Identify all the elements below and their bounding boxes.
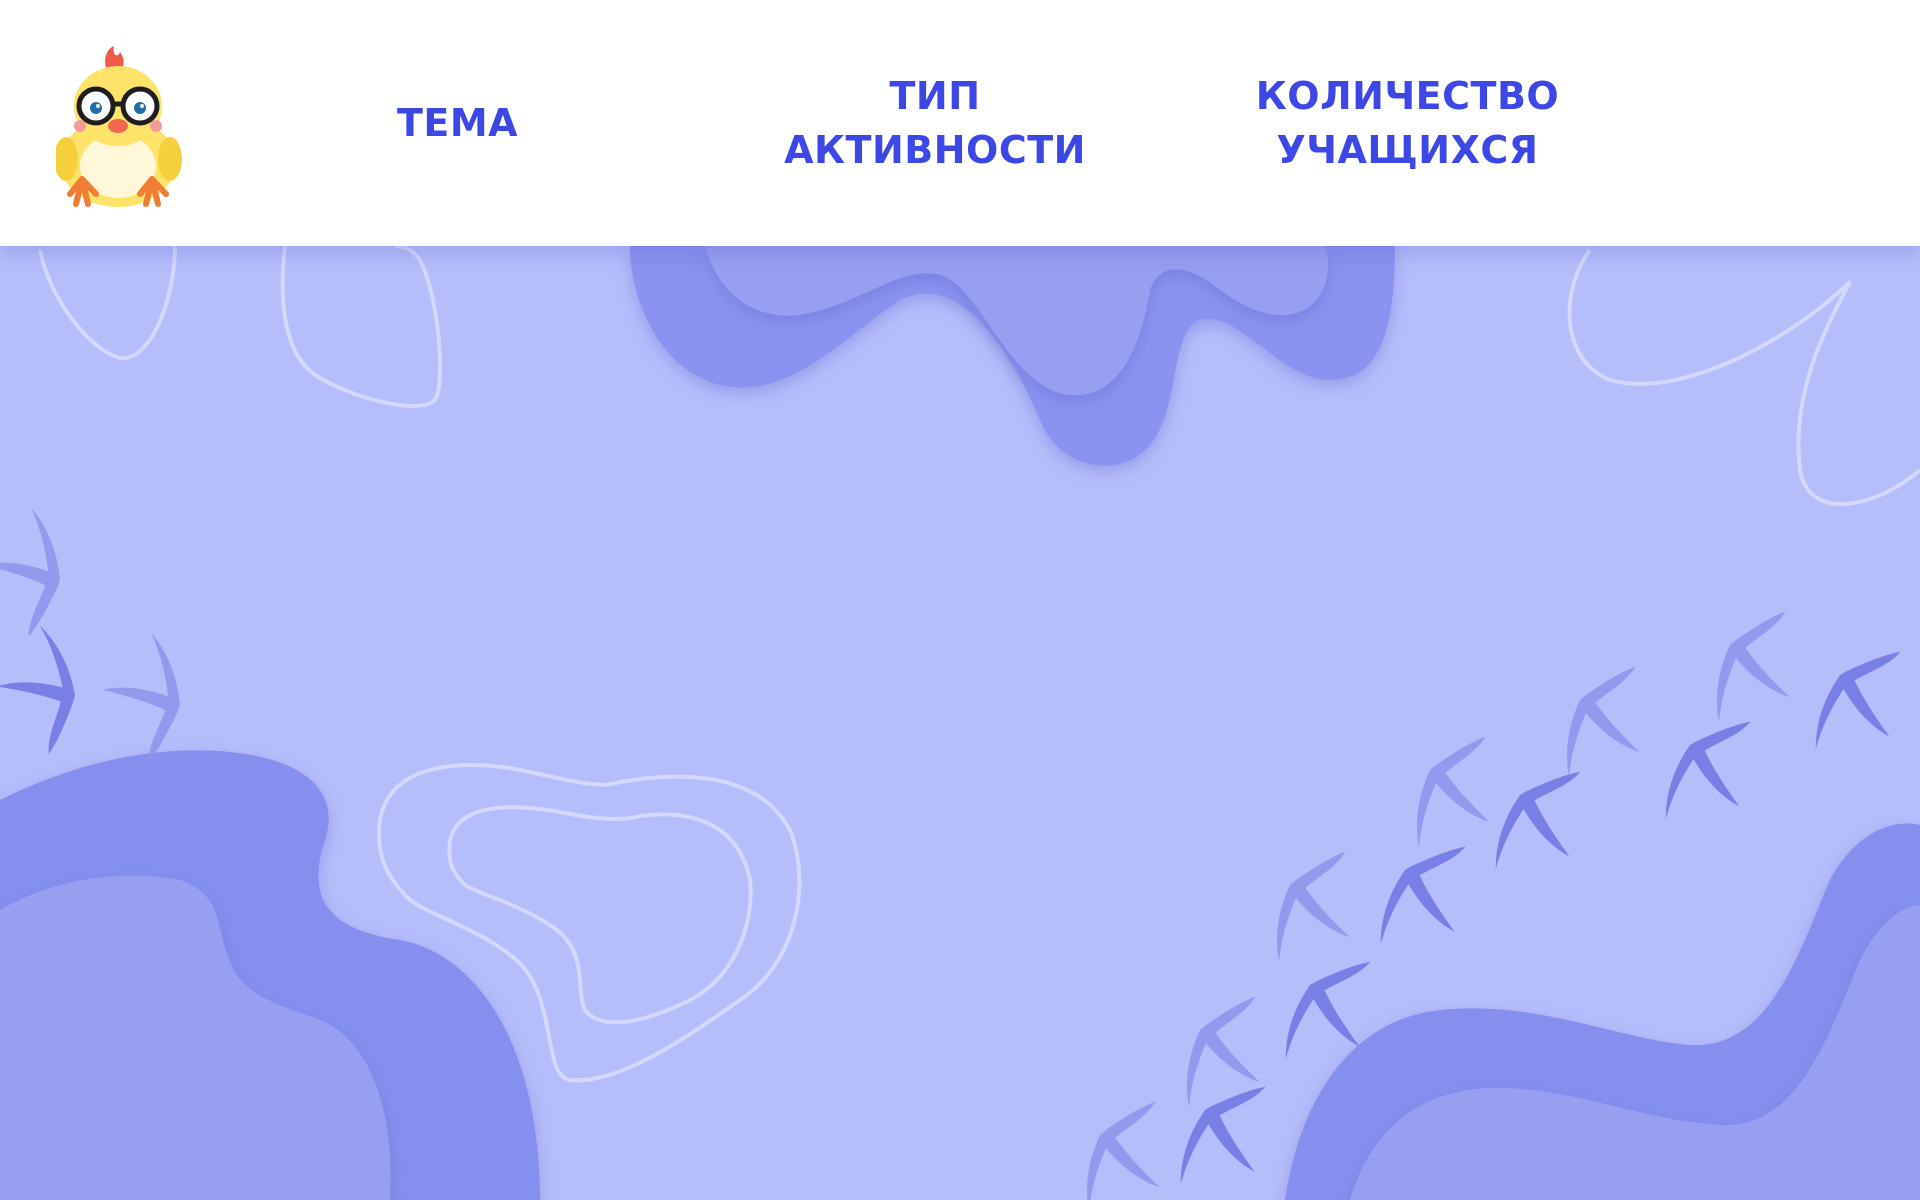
footprint-icon	[1789, 643, 1920, 772]
nav-item-theme-label: ТЕМА	[396, 101, 519, 145]
footprint-icon	[0, 498, 80, 641]
nav-item-students-line2: УЧАЩИХСЯ	[1276, 128, 1539, 172]
footprint-icon	[1154, 1078, 1300, 1200]
top-navigation-bar: ТЕМА ТИП АКТИВНОСТИ КОЛИЧЕСТВО УЧАЩИХСЯ	[0, 0, 1920, 246]
chick-mascot-icon[interactable]	[54, 44, 186, 209]
outline-shape	[280, 244, 442, 408]
footprint-icon	[1354, 838, 1500, 967]
nav-item-activity-line1: ТИП	[889, 74, 981, 118]
nav-item-activity-type[interactable]: ТИП АКТИВНОСТИ	[770, 0, 1100, 246]
footprint-icon	[84, 623, 200, 766]
footprint-icon	[1469, 763, 1615, 892]
outline-shape	[1567, 248, 1920, 507]
footprint-icon	[1055, 1093, 1200, 1200]
outline-shape	[447, 805, 753, 1025]
footprint-icon	[1685, 603, 1830, 743]
outline-shape	[38, 245, 177, 361]
footprint-icon	[0, 618, 91, 757]
footprint-icon	[1245, 843, 1390, 983]
nav-item-activity-line2: АКТИВНОСТИ	[784, 128, 1086, 172]
footprint-icon	[1639, 713, 1785, 842]
nav-item-students-count[interactable]: КОЛИЧЕСТВО УЧАЩИХСЯ	[1240, 0, 1575, 246]
footprint-icon	[1535, 658, 1680, 798]
footprint-icon	[1385, 728, 1530, 868]
nav-item-students-line1: КОЛИЧЕСТВО	[1255, 74, 1560, 118]
nav-item-theme[interactable]: ТЕМА	[340, 0, 575, 246]
